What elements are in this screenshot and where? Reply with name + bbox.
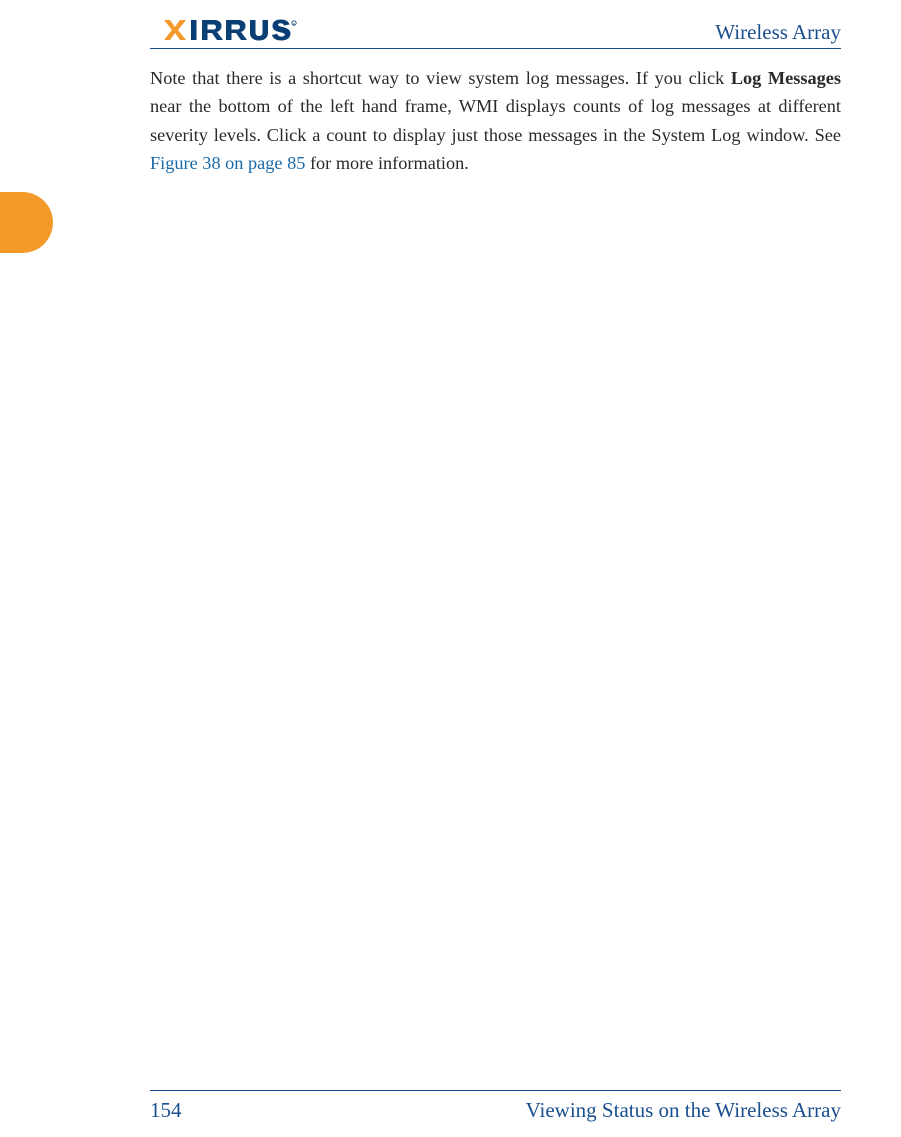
body-text-bold: Log Messages xyxy=(731,68,841,88)
page-number: 154 xyxy=(150,1098,182,1123)
footer-rule xyxy=(150,1090,841,1091)
header-title: Wireless Array xyxy=(715,20,841,45)
figure-reference-link[interactable]: Figure 38 on page 85 xyxy=(150,153,305,173)
xirrus-logo: R xyxy=(162,18,312,49)
body-text-c: for more information. xyxy=(305,153,468,173)
page-footer: 154 Viewing Status on the Wireless Array xyxy=(150,1098,841,1123)
body-text-b: near the bottom of the left hand frame, … xyxy=(150,96,841,144)
header-rule xyxy=(150,48,841,49)
side-tab-marker xyxy=(0,192,53,253)
body-text-a: Note that there is a shortcut way to vie… xyxy=(150,68,731,88)
page-header: R Wireless Array xyxy=(0,18,901,46)
svg-text:R: R xyxy=(293,22,296,26)
body-paragraph: Note that there is a shortcut way to vie… xyxy=(150,64,841,177)
footer-section-title: Viewing Status on the Wireless Array xyxy=(526,1098,841,1123)
